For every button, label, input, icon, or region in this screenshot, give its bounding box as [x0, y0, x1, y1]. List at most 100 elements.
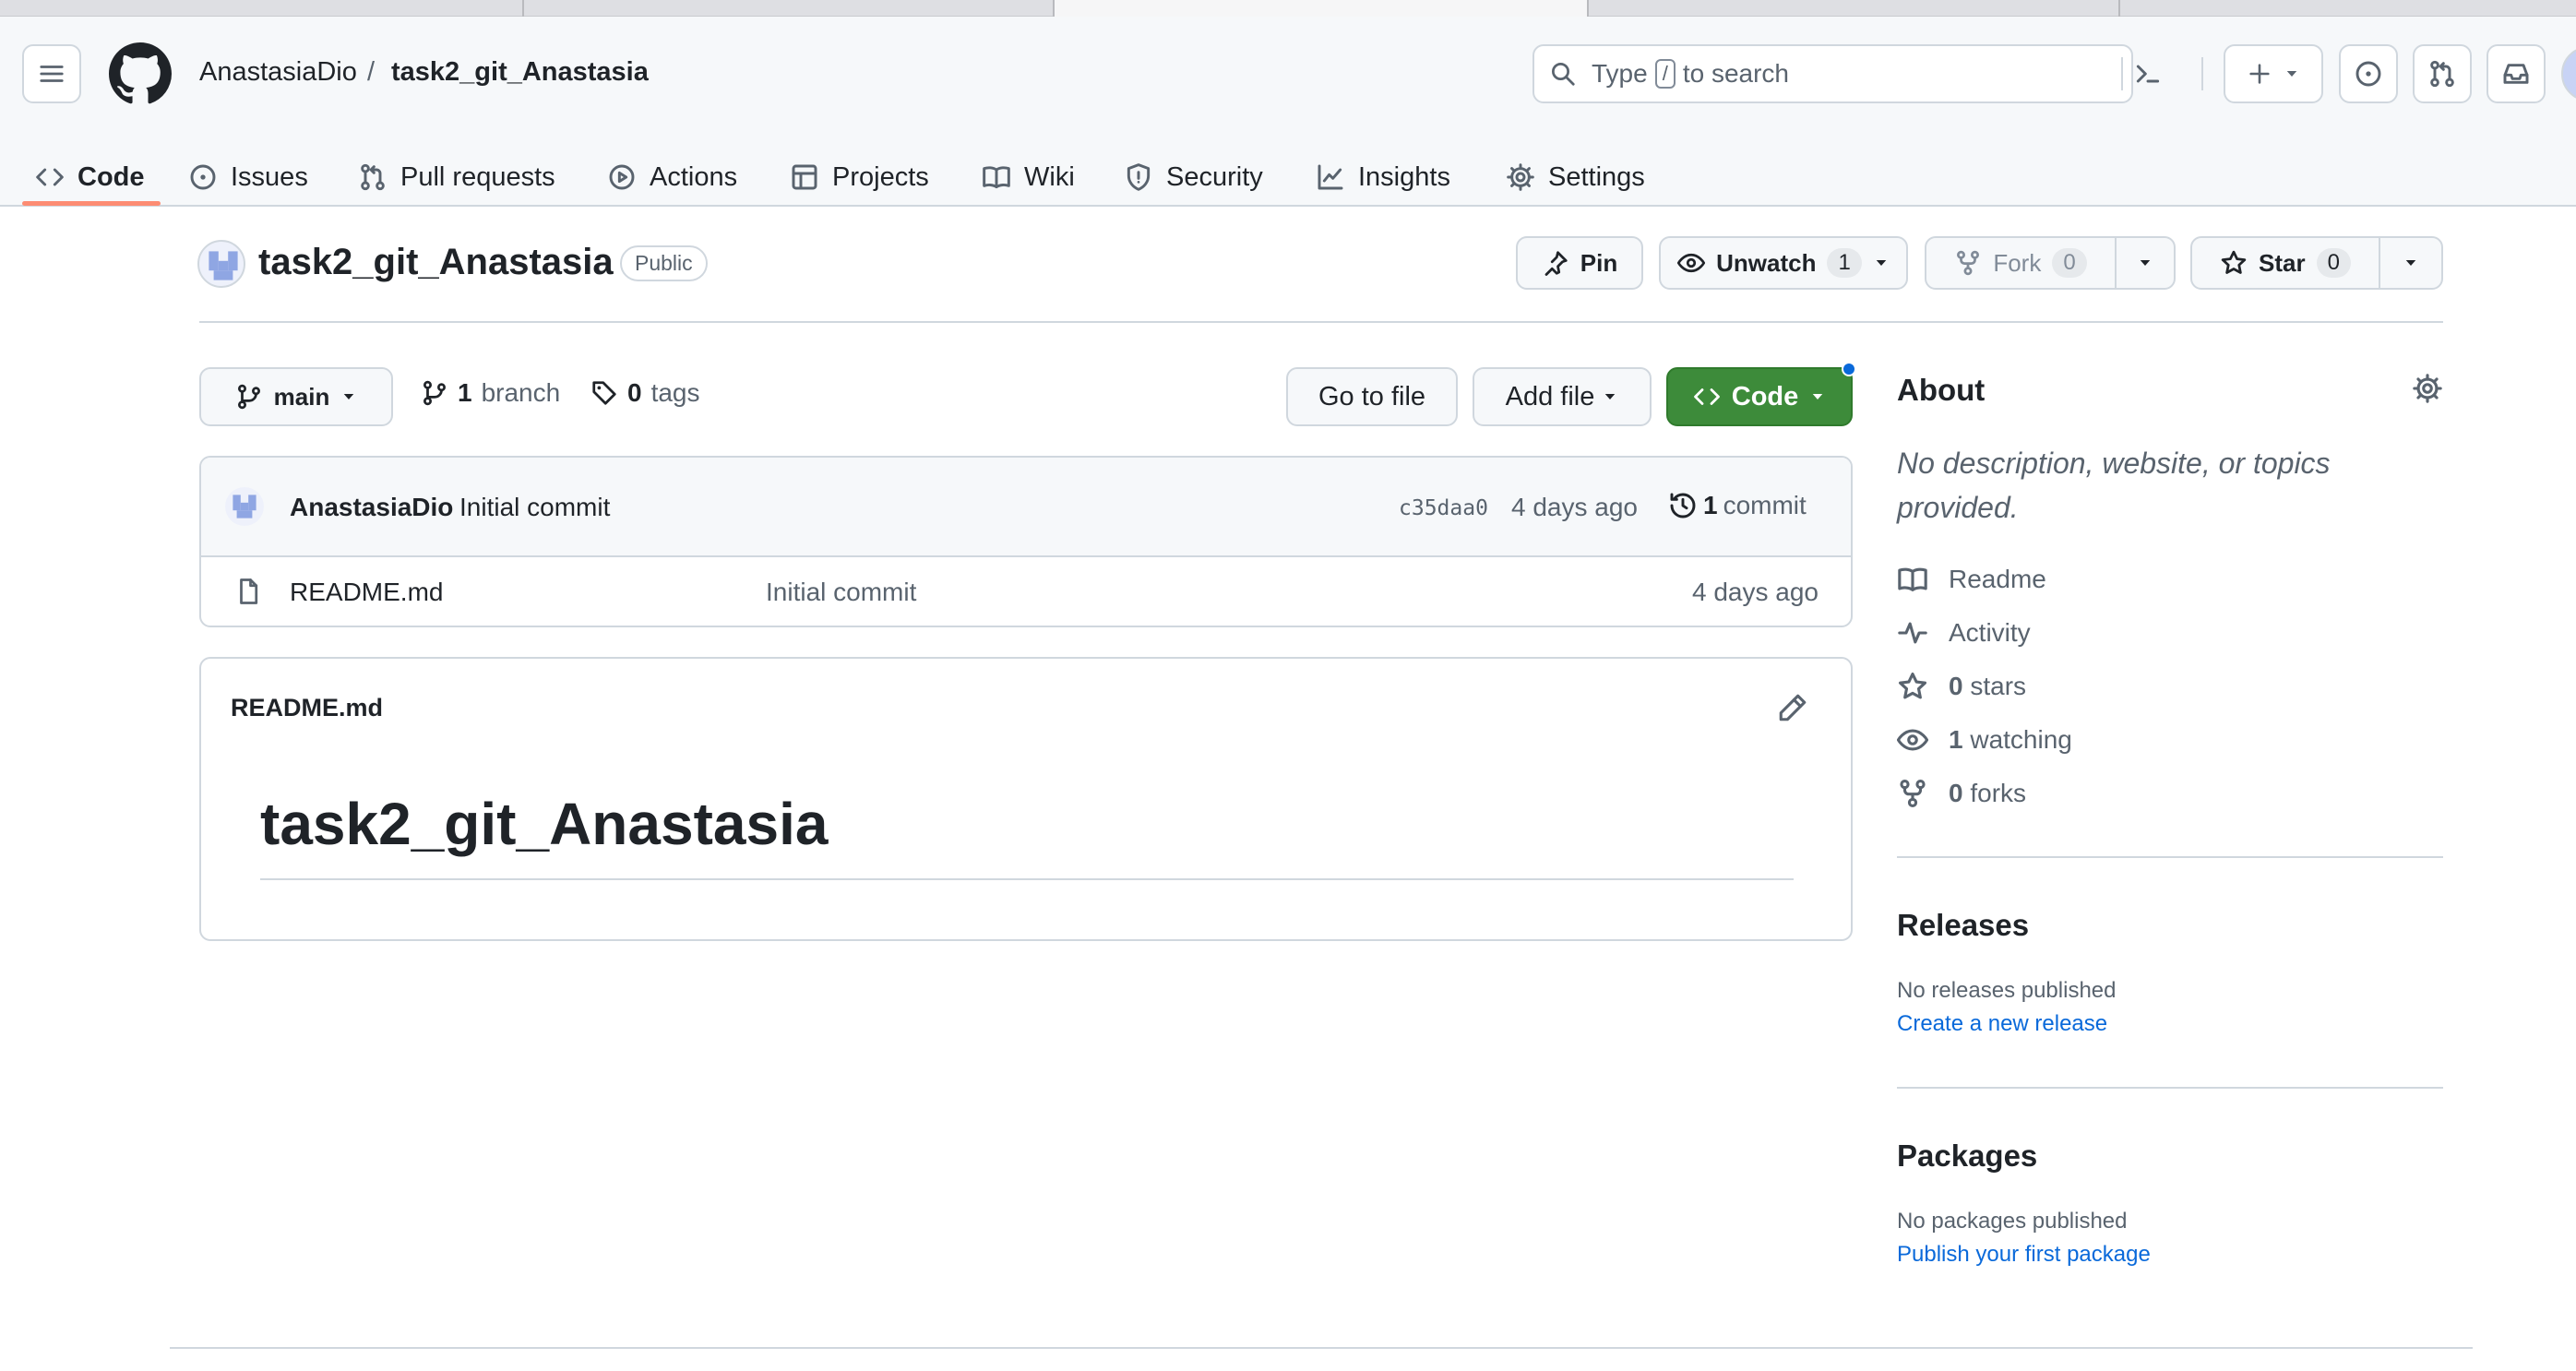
packages-empty: No packages published [1897, 1209, 2128, 1234]
issues-button[interactable] [2339, 44, 2398, 103]
pull-requests-button[interactable] [2413, 44, 2472, 103]
book-icon [983, 166, 1010, 189]
code-button[interactable]: Code [1666, 367, 1853, 426]
gear-icon[interactable] [2412, 373, 2443, 404]
book-icon [1898, 567, 1927, 591]
tab-wiki-label: Wiki [1024, 161, 1075, 192]
commit-count: 1 [1703, 491, 1718, 519]
watch-count: 1 [1827, 248, 1862, 278]
tab-pull-requests-label: Pull requests [400, 161, 555, 192]
gear-icon [1507, 163, 1534, 191]
commit-time: 4 days ago [1511, 493, 1638, 521]
file-commit-message[interactable]: Initial commit [766, 578, 916, 607]
stars-label: stars [1970, 672, 2027, 700]
inbox-button[interactable] [2487, 44, 2546, 103]
create-new-button[interactable] [2224, 44, 2323, 103]
commit-author[interactable]: AnastasiaDio [290, 493, 453, 522]
star-icon [1898, 672, 1927, 699]
branch-select-button[interactable]: main [199, 367, 393, 426]
eye-icon [1897, 729, 1928, 751]
file-icon [240, 578, 258, 604]
commit-sha[interactable]: c35daa0 [1399, 496, 1488, 520]
about-description: No description, website, or topics provi… [1897, 447, 2331, 524]
github-mark-icon [109, 42, 172, 104]
browser-active-tab[interactable] [1055, 0, 1587, 17]
search-placeholder-suffix: to search [1682, 59, 1789, 88]
commit-author-avatar[interactable] [225, 487, 264, 526]
branch-count: 1 [458, 378, 472, 407]
activity-link[interactable]: Activity [1897, 614, 2031, 651]
star-dropdown-button[interactable] [2379, 236, 2443, 290]
file-name[interactable]: README.md [290, 578, 443, 607]
add-file-button[interactable]: Add file [1473, 367, 1652, 426]
commit-history-link[interactable]: 1 commit [1668, 491, 1807, 520]
tag-icon [592, 381, 616, 405]
identicon-icon [209, 251, 238, 280]
packages-title[interactable]: Packages [1897, 1139, 2037, 1174]
pin-icon [1544, 251, 1568, 276]
github-logo[interactable] [109, 42, 172, 105]
repo-title[interactable]: task2_git_Anastasia [258, 242, 614, 283]
tab-projects[interactable]: Projects [790, 138, 929, 216]
pin-label: Pin [1580, 248, 1618, 277]
git-pull-request-icon [2430, 60, 2454, 88]
issue-opened-icon [190, 164, 216, 190]
commit-message[interactable]: Initial commit [459, 493, 610, 522]
footer-divider [170, 1347, 2473, 1349]
command-palette-icon[interactable] [2133, 59, 2163, 89]
sidebar-divider [1897, 856, 2443, 858]
tab-settings[interactable]: Settings [1506, 138, 1645, 216]
tab-insights[interactable]: Insights [1316, 138, 1450, 216]
branches-link[interactable]: 1 branch [421, 378, 560, 408]
global-header: AnastasiaDio / task2_git_Anastasia Type … [0, 17, 2576, 207]
publish-package-link[interactable]: Publish your first package [1897, 1242, 2151, 1268]
breadcrumb-owner[interactable]: AnastasiaDio [199, 57, 357, 88]
user-avatar[interactable] [2561, 46, 2576, 101]
tab-security[interactable]: Security [1124, 138, 1263, 216]
stars-link[interactable]: 0 stars [1897, 668, 2026, 705]
plus-icon [2249, 64, 2270, 84]
tab-issues[interactable]: Issues [188, 138, 308, 216]
add-file-label: Add file [1505, 381, 1595, 411]
git-branch-icon [423, 380, 446, 406]
pencil-icon[interactable] [1777, 692, 1808, 723]
tab-security-label: Security [1166, 161, 1263, 192]
fork-dropdown-button[interactable] [2115, 236, 2176, 290]
sidebar-divider [1897, 1087, 2443, 1089]
unwatch-label: Unwatch [1716, 248, 1817, 277]
readme-panel: README.md task2_git_Anastasia [199, 657, 1853, 941]
caret-down-icon [1876, 260, 1887, 266]
git-branch-icon [237, 384, 260, 410]
readme-link[interactable]: Readme [1897, 561, 2046, 598]
tab-actions[interactable]: Actions [607, 138, 737, 216]
search-input[interactable]: Type / to search [1532, 44, 2160, 103]
pulse-icon [1898, 622, 1927, 644]
tab-wiki[interactable]: Wiki [982, 138, 1075, 216]
watching-link[interactable]: 1 watching [1897, 721, 2072, 758]
fork-button[interactable]: Fork 0 [1925, 236, 2117, 290]
table-icon [792, 164, 817, 190]
table-row[interactable]: README.md Initial commit 4 days ago [201, 557, 1851, 626]
active-tab-indicator [22, 201, 161, 206]
tab-pull-requests[interactable]: Pull requests [358, 138, 555, 216]
latest-commit-bar: AnastasiaDio Initial commit c35daa0 4 da… [201, 458, 1851, 557]
go-to-file-label: Go to file [1318, 381, 1426, 411]
tab-code-label: Code [78, 161, 145, 192]
breadcrumb-repo[interactable]: task2_git_Anastasia [391, 57, 649, 88]
menu-button[interactable] [22, 44, 81, 103]
hamburger-icon [40, 66, 64, 82]
tags-link[interactable]: 0 tags [590, 378, 700, 408]
create-release-link[interactable]: Create a new release [1897, 1011, 2107, 1037]
fork-icon [1900, 779, 1926, 808]
readme-filename[interactable]: README.md [231, 694, 383, 722]
inbox-icon [2503, 64, 2529, 84]
star-button[interactable]: Star 0 [2190, 236, 2380, 290]
repo-owner-avatar[interactable] [197, 240, 245, 288]
go-to-file-button[interactable]: Go to file [1286, 367, 1458, 426]
pin-button[interactable]: Pin [1516, 236, 1643, 290]
forks-link[interactable]: 0 forks [1897, 775, 2026, 812]
releases-title[interactable]: Releases [1897, 908, 2029, 943]
unwatch-button[interactable]: Unwatch 1 [1659, 236, 1908, 290]
graph-icon [1318, 164, 1343, 190]
caret-down-icon [2286, 71, 2297, 77]
